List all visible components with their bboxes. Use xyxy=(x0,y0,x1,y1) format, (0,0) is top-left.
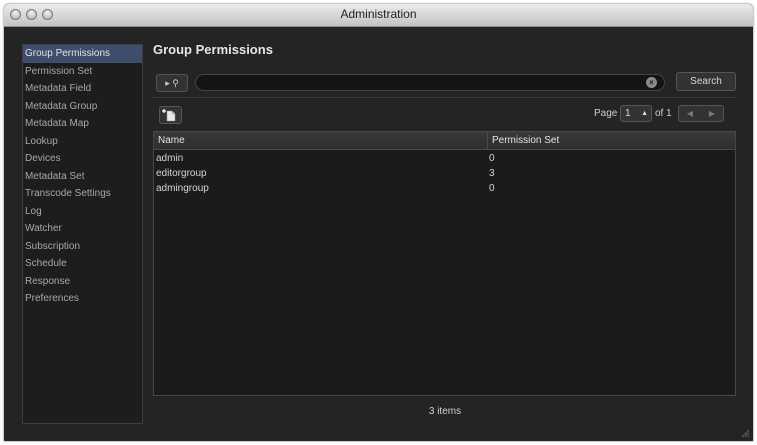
sidebar-item-subscription[interactable]: Subscription xyxy=(23,238,142,256)
search-scope-button[interactable]: ▸ ⚲ xyxy=(156,74,188,92)
page-nav-group: ◀ ▶ xyxy=(678,105,724,122)
sidebar-item-schedule[interactable]: Schedule xyxy=(23,255,142,273)
table-row[interactable]: admin 0 xyxy=(154,151,735,166)
item-count: 3 items xyxy=(428,406,462,417)
sidebar-item-group-permissions[interactable]: Group Permissions xyxy=(23,45,142,63)
toolbar-divider xyxy=(153,97,737,98)
page-label: Page xyxy=(594,108,618,119)
sidebar-item-preferences[interactable]: Preferences xyxy=(23,290,142,308)
sidebar-item-metadata-group[interactable]: Metadata Group xyxy=(23,98,142,116)
new-group-button[interactable] xyxy=(159,106,182,124)
admin-window: Administration Group Permissions Permiss… xyxy=(4,4,753,441)
row-name: admingroup xyxy=(156,183,209,194)
sidebar-item-metadata-field[interactable]: Metadata Field xyxy=(23,80,142,98)
column-header-name[interactable]: Name xyxy=(154,132,487,149)
sidebar-item-log[interactable]: Log xyxy=(23,203,142,221)
table-row[interactable]: admingroup 0 xyxy=(154,181,735,196)
page-count-label: of 1 xyxy=(655,108,672,119)
title-bar: Administration xyxy=(4,4,753,27)
sidebar-item-transcode-settings[interactable]: Transcode Settings xyxy=(23,185,142,203)
sidebar-item-metadata-map[interactable]: Metadata Map xyxy=(23,115,142,133)
new-document-icon xyxy=(162,109,176,122)
clear-search-icon[interactable]: × xyxy=(646,77,657,88)
sidebar-item-response[interactable]: Response xyxy=(23,273,142,291)
row-permission-set: 0 xyxy=(489,153,495,164)
stepper-arrows-icon: ▲ xyxy=(641,110,648,117)
search-input[interactable] xyxy=(195,74,665,91)
next-page-icon[interactable]: ▶ xyxy=(701,106,723,121)
row-permission-set: 0 xyxy=(489,183,495,194)
window-title: Administration xyxy=(340,7,417,21)
row-name: admin xyxy=(156,153,184,164)
row-permission-set: 3 xyxy=(489,168,495,179)
page-number-select[interactable]: 1 ▲ xyxy=(620,105,652,122)
sidebar-item-watcher[interactable]: Watcher xyxy=(23,220,142,238)
search-scope-icon: ▸ ⚲ xyxy=(165,78,179,88)
sidebar-item-devices[interactable]: Devices xyxy=(23,150,142,168)
page-number-value: 1 xyxy=(625,108,631,119)
table-row[interactable]: editorgroup 3 xyxy=(154,166,735,181)
column-header-permission-set[interactable]: Permission Set xyxy=(487,132,735,149)
sidebar-item-lookup[interactable]: Lookup xyxy=(23,133,142,151)
row-name: editorgroup xyxy=(156,168,207,179)
search-button[interactable]: Search xyxy=(676,72,736,91)
permissions-table: Name Permission Set admin 0 editorgroup … xyxy=(153,131,736,396)
resize-grip-icon[interactable] xyxy=(740,428,750,438)
sidebar-item-permission-set[interactable]: Permission Set xyxy=(23,63,142,81)
table-header: Name Permission Set xyxy=(154,132,735,150)
sidebar-item-metadata-set[interactable]: Metadata Set xyxy=(23,168,142,186)
previous-page-icon[interactable]: ◀ xyxy=(679,106,701,121)
sidebar: Group Permissions Permission Set Metadat… xyxy=(22,44,143,424)
page-title: Group Permissions xyxy=(153,42,273,57)
